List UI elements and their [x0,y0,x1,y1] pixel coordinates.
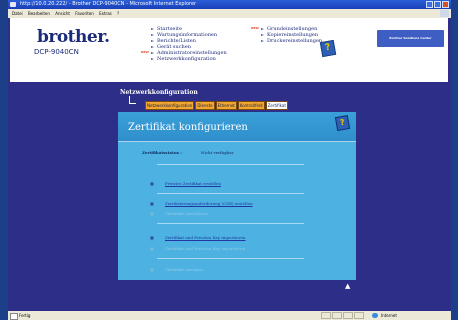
model-name: DCP-9040CN [34,48,79,56]
bullet-icon: ■ [150,235,154,240]
bullet-icon: ■ [150,267,154,272]
menu-datei[interactable]: Datei [12,9,23,18]
title-bar: http://10.0.20.222/ - Brother DCP-9040CN… [8,0,451,9]
arrow-right-icon: ► [151,56,155,61]
tab-dienste[interactable]: Dienste [195,101,215,110]
status-text: Fertig [19,313,31,318]
tab-bar: Netzwerkkonfiguration Dienste Ethernet K… [145,101,288,110]
install-certificate-label: Zertifikat installieren [165,211,209,216]
close-button[interactable] [442,1,449,8]
internet-explorer-icon [10,2,16,7]
new-badge: NEW [141,50,149,54]
menu-extras[interactable]: Extras [99,9,112,18]
panel-title: Zertifikat konfigurieren [128,122,248,133]
windows-logo-icon [440,10,449,17]
certificate-status-value: Nicht verfügbar [201,150,234,155]
divider [157,193,304,194]
menu-bar: Datei Bearbeiten Ansicht Favoriten Extra… [8,9,451,18]
solutions-center-button[interactable]: Brother Solutions Center [377,30,444,47]
bullet-icon: ■ [150,201,154,206]
new-badge: NEW [251,26,259,30]
divider [157,258,304,259]
bullet-icon: ■ [150,181,154,186]
header-panel: brother. DCP-9040CN ► Startseite ► Wartung… [10,18,448,82]
status-cells [321,312,364,319]
certificate-status-label: Zertifikatsstatus : [142,150,182,155]
page-title: Netzwerkkonfiguration [120,89,198,96]
tab-tree-connector [129,96,136,104]
action-export-certificate-key: ■ Zertifikat und Privaten Key exportieren [150,246,246,251]
nav-menu-right: NEW ► Grundeinstellungen ► Kopiereinstellun… [251,26,322,44]
browser-window: http://10.0.20.222/ - Brother DCP-9040CN… [8,0,451,320]
nav-menu-left: ► Startseite ► Wartungsinformationen ► Beri… [141,26,227,62]
tab-kontrollfeld[interactable]: Kontrollfeld [237,101,265,110]
bullet-icon: ■ [150,211,154,216]
status-bar: Fertig Internet [8,311,451,320]
action-import-certificate-key[interactable]: ■ Zertifikat und Privaten Key importieren [150,235,245,240]
page-icon [10,313,18,320]
arrow-right-icon: ► [261,38,265,43]
panel-header: Zertifikat konfigurieren ? [118,112,356,142]
action-create-private-certificate[interactable]: ■ Privates Zertifikat erstellen [150,181,221,186]
window-controls [426,1,449,8]
brother-logo: brother. [37,27,110,47]
menu-bearbeiten[interactable]: Bearbeiten [28,9,50,18]
export-certificate-key-label: Zertifikat und Privaten Key exportieren [165,246,246,251]
status-cell [321,312,331,319]
internet-zone-icon [372,313,378,318]
status-cell [332,312,342,319]
menu-favoriten[interactable]: Favoriten [75,9,94,18]
nav-item-netzwerkkonfiguration[interactable]: ► Netzwerkkonfiguration [149,56,227,62]
tab-netzwerkkonfiguration[interactable]: Netzwerkkonfiguration [145,101,195,110]
status-cell [343,312,353,319]
minimize-button[interactable] [426,1,433,8]
menu-ansicht[interactable]: Ansicht [55,9,70,18]
window-title: http://10.0.20.222/ - Brother DCP-9040CN… [20,1,197,7]
tab-ethernet[interactable]: Ethernet [215,101,237,110]
certificate-panel: Zertifikat konfigurieren ? Zertifikatsst… [118,112,356,280]
divider [157,223,304,224]
help-icon[interactable]: ? [319,39,337,58]
create-csr-link[interactable]: Zertifizierungsanforderung (CSR) erstell… [165,201,253,206]
maximize-button[interactable] [434,1,441,8]
create-private-certificate-link[interactable]: Privates Zertifikat erstellen [165,181,221,186]
action-show-certificate: ■ Zertifikat anzeigen [150,267,204,272]
divider [157,164,304,165]
tab-zertifikat[interactable]: Zertifikat [265,101,288,110]
security-zone: Internet [381,313,397,318]
bullet-icon: ■ [150,246,154,251]
nav-item-druckereinstellungen[interactable]: ► Druckereinstellungen [259,38,322,44]
help-icon[interactable]: ? [334,114,351,132]
action-install-certificate: ■ Zertifikat installieren [150,211,209,216]
menu-help[interactable]: ? [117,9,119,18]
show-certificate-label: Zertifikat anzeigen [165,267,204,272]
scroll-to-top-icon[interactable]: ▲ [345,282,353,290]
action-create-csr[interactable]: ■ Zertifizierungsanforderung (CSR) erstel… [150,201,253,206]
status-cell [354,312,364,319]
import-certificate-key-link[interactable]: Zertifikat und Privaten Key importieren [165,235,245,240]
